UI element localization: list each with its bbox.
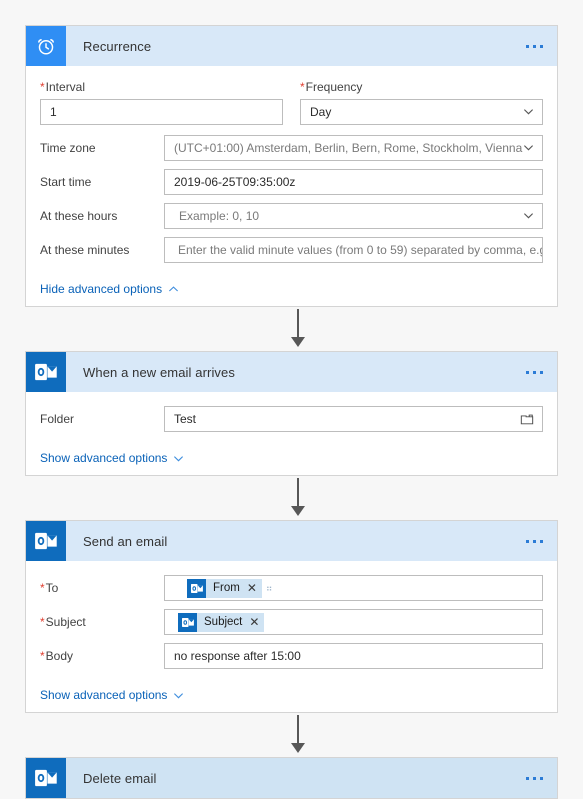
alarm-clock-icon [26, 26, 66, 66]
card-title-recurrence: Recurrence [83, 38, 152, 54]
chevron-down-icon [523, 210, 534, 221]
folder-row: Folder Test [40, 406, 543, 432]
token-remove-icon[interactable]: ✕ [249, 616, 259, 628]
card-delete-email: Delete email [25, 757, 558, 799]
connector-arrowhead [291, 743, 305, 753]
to-input[interactable]: From ✕ ⠶ [164, 575, 543, 601]
hide-advanced-options-label: Hide advanced options [40, 282, 163, 296]
starttime-row: Start time 2019-06-25T09:35:00z [40, 169, 543, 195]
show-advanced-options-label: Show advanced options [40, 451, 168, 465]
connector-line [297, 309, 299, 339]
connector-1 [25, 307, 558, 351]
card-title-delete-email: Delete email [83, 770, 157, 786]
frequency-label: *Frequency [300, 80, 363, 94]
to-row: *To From ✕ ⠶ [40, 575, 543, 601]
token-subject[interactable]: Subject ✕ [178, 612, 265, 632]
minutes-input[interactable]: Enter the valid minute values (from 0 to… [164, 237, 543, 263]
minutes-row: At these minutes Enter the valid minute … [40, 237, 543, 263]
card-title-send-an-email: Send an email [83, 533, 168, 549]
outlook-icon [187, 578, 206, 598]
chevron-down-icon [173, 453, 184, 464]
outlook-icon [26, 758, 66, 798]
interval-frequency-row: *Interval 1 *Frequency Day [40, 80, 543, 125]
starttime-label: Start time [40, 175, 92, 189]
connector-arrowhead [291, 337, 305, 347]
card-recurrence: Recurrence *Interval 1 *Frequency Day Ti… [25, 25, 558, 307]
subject-input[interactable]: Subject ✕ [164, 609, 543, 635]
minutes-placeholder: Enter the valid minute values (from 0 to… [178, 243, 542, 257]
card-menu-recurrence[interactable] [526, 26, 543, 66]
show-advanced-options-link-2[interactable]: Show advanced options [40, 451, 184, 465]
hide-advanced-options-link[interactable]: Hide advanced options [40, 282, 179, 296]
folder-label: Folder [40, 412, 75, 426]
token-from-label: From [213, 582, 240, 594]
connector-arrowhead [291, 506, 305, 516]
interval-input[interactable]: 1 [40, 99, 283, 125]
timezone-label: Time zone [40, 141, 96, 155]
connector-3 [25, 713, 558, 757]
timezone-row: Time zone (UTC+01:00) Amsterdam, Berlin,… [40, 135, 543, 161]
card-body-recurrence: *Interval 1 *Frequency Day Time zone (UT… [26, 66, 557, 306]
outlook-icon [26, 352, 66, 392]
required-marker: * [40, 649, 45, 663]
text-cursor-artifact: ⠶ [265, 582, 273, 593]
card-header-delete-email[interactable]: Delete email [26, 758, 557, 798]
frequency-group: *Frequency Day [300, 80, 543, 125]
connector-2 [25, 476, 558, 520]
connector-line [297, 478, 299, 508]
subject-label: *Subject [40, 615, 86, 629]
hours-row: At these hours Example: 0, 10 [40, 203, 543, 229]
hours-label: At these hours [40, 209, 118, 223]
timezone-value: (UTC+01:00) Amsterdam, Berlin, Bern, Rom… [174, 141, 523, 155]
body-row: *Body no response after 15:00 [40, 643, 543, 669]
card-send-an-email: Send an email *To From ✕ ⠶ *Subject Subj… [25, 520, 558, 713]
card-menu-delete-email[interactable] [526, 758, 543, 798]
card-body-send-an-email: *To From ✕ ⠶ *Subject Subject ✕ *Body no… [26, 561, 557, 712]
minutes-label: At these minutes [40, 243, 130, 257]
token-subject-label: Subject [204, 616, 243, 628]
card-header-recurrence[interactable]: Recurrence [26, 26, 557, 66]
folder-icon[interactable] [520, 412, 534, 426]
to-label: *To [40, 581, 59, 595]
token-from[interactable]: From ✕ [187, 578, 262, 598]
folder-value: Test [174, 412, 197, 426]
card-body-when-a-new-email-arrives: Folder Test Show advanced options [26, 392, 557, 475]
outlook-icon [178, 612, 197, 632]
required-marker: * [40, 581, 45, 595]
card-header-when-a-new-email-arrives[interactable]: When a new email arrives [26, 352, 557, 392]
required-marker: * [40, 615, 45, 629]
interval-label: *Interval [40, 80, 86, 94]
card-menu-when-a-new-email-arrives[interactable] [526, 352, 543, 392]
starttime-input[interactable]: 2019-06-25T09:35:00z [164, 169, 543, 195]
required-marker: * [300, 80, 305, 94]
token-remove-icon[interactable]: ✕ [247, 582, 257, 594]
chevron-down-icon [523, 142, 534, 153]
body-label: *Body [40, 649, 74, 663]
card-title-when-a-new-email-arrives: When a new email arrives [83, 364, 235, 380]
body-input[interactable]: no response after 15:00 [164, 643, 543, 669]
card-menu-send-an-email[interactable] [526, 521, 543, 561]
show-advanced-options-link-3[interactable]: Show advanced options [40, 688, 184, 702]
interval-value: 1 [50, 105, 57, 119]
hours-select[interactable]: Example: 0, 10 [164, 203, 543, 229]
interval-group: *Interval 1 [40, 80, 283, 125]
card-when-a-new-email-arrives: When a new email arrives Folder Test Sho [25, 351, 558, 476]
chevron-down-icon [173, 690, 184, 701]
frequency-select[interactable]: Day [300, 99, 543, 125]
timezone-select[interactable]: (UTC+01:00) Amsterdam, Berlin, Bern, Rom… [164, 135, 543, 161]
starttime-value: 2019-06-25T09:35:00z [174, 175, 296, 189]
show-advanced-options-label: Show advanced options [40, 688, 168, 702]
chevron-up-icon [168, 284, 179, 295]
flow-canvas: Recurrence *Interval 1 *Frequency Day Ti… [25, 0, 558, 799]
frequency-value: Day [310, 105, 332, 119]
card-header-send-an-email[interactable]: Send an email [26, 521, 557, 561]
chevron-down-icon [523, 106, 534, 117]
body-value: no response after 15:00 [174, 649, 301, 663]
connector-line [297, 715, 299, 745]
subject-row: *Subject Subject ✕ [40, 609, 543, 635]
outlook-icon [26, 521, 66, 561]
hours-placeholder: Example: 0, 10 [179, 209, 260, 223]
folder-picker[interactable]: Test [164, 406, 543, 432]
required-marker: * [40, 80, 45, 94]
